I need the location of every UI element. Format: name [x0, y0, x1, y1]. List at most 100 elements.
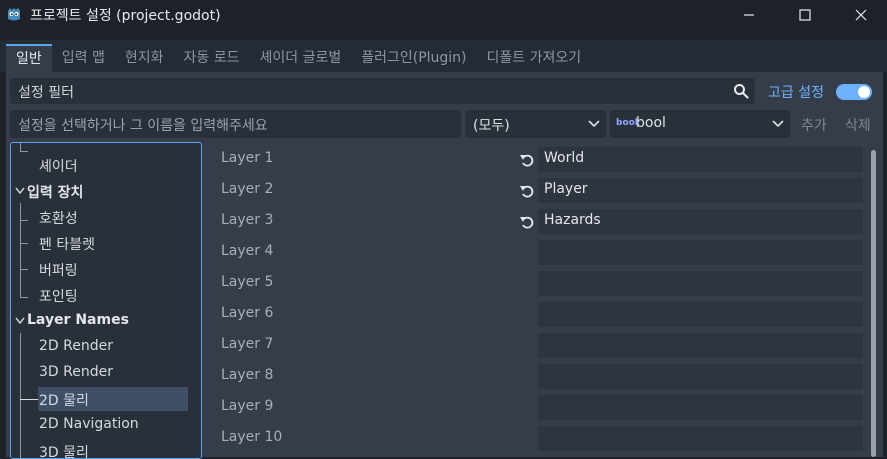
layer-name-value: Hazards	[544, 212, 601, 228]
revert-icon[interactable]	[519, 183, 535, 199]
tree-item-label: 2D Navigation	[39, 416, 139, 432]
layer-row: Layer 3 Hazards	[210, 206, 867, 236]
layer-row: Layer 5	[210, 268, 867, 298]
minimize-icon	[744, 14, 754, 16]
close-button[interactable]	[838, 0, 884, 30]
revert-icon[interactable]	[519, 152, 535, 168]
feature-select[interactable]: (모두)	[465, 110, 606, 138]
minimize-button[interactable]	[726, 0, 772, 30]
tree-connector	[20, 143, 21, 151]
layer-row: Layer 6	[210, 299, 867, 329]
tree-item[interactable]: 호환성	[11, 205, 201, 229]
layer-names-grid: Layer 1 World Layer 2 Player Layer 3 Hazards L…	[210, 144, 867, 457]
tab-0[interactable]: 일반	[6, 44, 52, 72]
tab-1[interactable]: 입력 맵	[52, 44, 115, 72]
toggle-knob	[858, 86, 870, 98]
tree-item-label: 2D Render	[39, 338, 113, 354]
tree-item[interactable]: 버퍼링	[11, 257, 201, 281]
tab-6[interactable]: 디폴트 가져오기	[477, 44, 592, 72]
layer-label: Layer 7	[221, 336, 274, 352]
settings-filter-input[interactable]: 설정 필터	[10, 78, 755, 104]
tree-connector	[20, 151, 28, 152]
chevron-down-icon	[588, 120, 600, 128]
tree-item-label: 3D 물리	[39, 445, 89, 459]
advanced-settings-label: 고급 설정	[768, 85, 824, 101]
layer-label: Layer 3	[221, 212, 274, 228]
tree-item[interactable]: 3D 물리	[11, 439, 201, 459]
chevron-down-icon	[772, 120, 784, 128]
bool-type-icon: bool	[616, 118, 638, 128]
tab-4[interactable]: 셰이더 글로벌	[249, 44, 351, 72]
layer-row: Layer 8	[210, 361, 867, 391]
tree-item[interactable]: 2D Render	[11, 335, 201, 359]
tree-item[interactable]: 2D Navigation	[11, 413, 201, 437]
layer-name-field[interactable]	[538, 271, 863, 296]
tree-item[interactable]: 포인팅	[11, 283, 201, 307]
property-name-input[interactable]: 설정을 선택하거나 그 이름을 입력해주세요	[10, 110, 461, 138]
property-name-placeholder: 설정을 선택하거나 그 이름을 입력해주세요	[18, 118, 268, 134]
layer-label: Layer 8	[221, 367, 274, 383]
layer-name-field[interactable]	[538, 302, 863, 327]
close-icon	[855, 9, 867, 21]
layer-name-field[interactable]	[538, 395, 863, 420]
layer-name-field[interactable]	[538, 240, 863, 265]
chevron-down-icon	[15, 187, 25, 195]
layer-label: Layer 9	[221, 398, 274, 414]
layer-name-field[interactable]: Hazards	[538, 209, 863, 234]
tab-2[interactable]: 현지화	[115, 44, 174, 72]
settings-tabs: 일반 입력 맵 현지화 자동 로드 셰이더 글로벌 플러그인(Plugin) 디폴트 가져오…	[6, 44, 591, 72]
search-icon	[734, 84, 749, 99]
tree-item-label: 펜 타블렛	[39, 237, 95, 253]
layer-row: Layer 10	[210, 423, 867, 453]
tab-bar: 일반 입력 맵 현지화 자동 로드 셰이더 글로벌 플러그인(Plugin) 디폴트 가져오…	[0, 40, 887, 72]
filter-value: 설정 필터	[18, 85, 74, 101]
revert-icon[interactable]	[519, 214, 535, 230]
title-bar: 프로젝트 설정 (project.godot)	[0, 0, 887, 30]
layer-name-field[interactable]	[538, 364, 863, 389]
maximize-button[interactable]	[782, 0, 828, 30]
layer-row: Layer 7	[210, 330, 867, 360]
window-title: 프로젝트 설정 (project.godot)	[30, 8, 221, 24]
tree-item[interactable]: 셰이더	[11, 153, 201, 177]
type-select-value: bool	[636, 115, 666, 131]
advanced-settings-toggle[interactable]	[836, 84, 872, 100]
layer-row: Layer 4	[210, 237, 867, 267]
layer-label: Layer 10	[221, 429, 283, 445]
layer-label: Layer 2	[221, 181, 274, 197]
chevron-down-icon	[15, 317, 25, 325]
tree-item[interactable]: 2D 물리	[11, 387, 201, 411]
tree-item-label: 입력 장치	[27, 185, 84, 201]
type-select[interactable]: bool bool	[610, 110, 790, 138]
tree-section[interactable]: 입력 장치	[11, 179, 201, 203]
section-tree: 셰이더입력 장치호환성펜 타블렛버퍼링포인팅 Layer Names 2D Rend…	[10, 142, 202, 459]
layer-name-field[interactable]: World	[538, 147, 863, 172]
layer-name-field[interactable]: Player	[538, 178, 863, 203]
tree-item-label: 호환성	[39, 211, 78, 227]
tab-3[interactable]: 자동 로드	[174, 44, 250, 72]
tab-5[interactable]: 플러그인(Plugin)	[351, 44, 476, 72]
scrollbar-thumb[interactable]	[871, 150, 876, 457]
layer-row: Layer 2 Player	[210, 175, 867, 205]
layer-name-field[interactable]	[538, 426, 863, 451]
layer-name-value: World	[544, 150, 585, 166]
tree-item-label: 포인팅	[39, 289, 78, 305]
tree-item-label: 셰이더	[39, 159, 78, 175]
tree-item[interactable]: 펜 타블렛	[11, 231, 201, 255]
tree-item-label: Layer Names	[27, 312, 129, 328]
layer-name-field[interactable]	[538, 333, 863, 358]
grid-scrollbar[interactable]	[869, 146, 877, 457]
layer-row: Layer 1 World	[210, 144, 867, 174]
layer-label: Layer 4	[221, 243, 274, 259]
tree-item[interactable]: 3D Render	[11, 361, 201, 385]
godot-icon	[8, 8, 20, 21]
layer-name-value: Player	[544, 181, 588, 197]
tree-item-label: 2D 물리	[39, 393, 89, 409]
tree-item-label: 버퍼링	[39, 263, 78, 279]
layer-label: Layer 6	[221, 305, 274, 321]
tree-section[interactable]: Layer Names	[11, 309, 201, 333]
add-button[interactable]: 추가	[801, 115, 827, 135]
feature-select-value: (모두)	[473, 118, 510, 134]
delete-button[interactable]: 삭제	[845, 115, 871, 135]
layer-label: Layer 1	[221, 150, 274, 166]
layer-label: Layer 5	[221, 274, 274, 290]
